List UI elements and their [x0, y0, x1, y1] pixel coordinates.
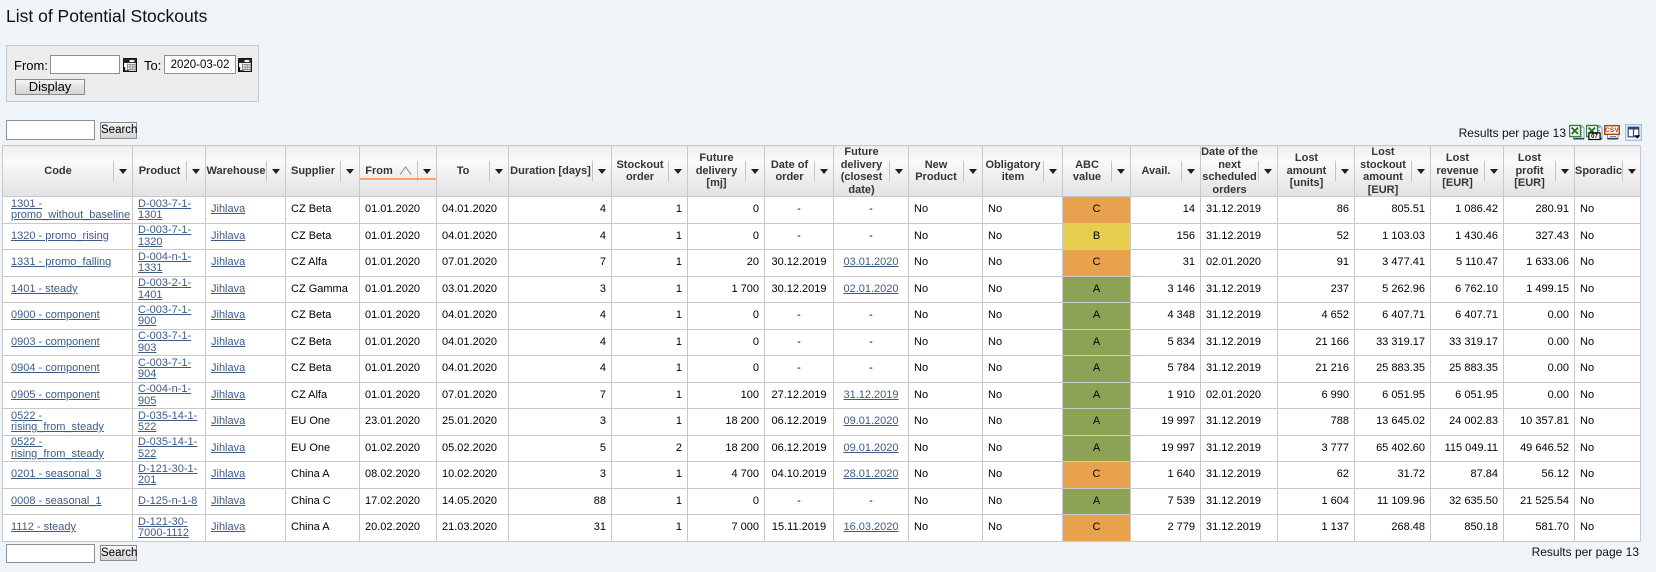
svg-text:07: 07	[1591, 134, 1598, 140]
svg-text:CSV: CSV	[1605, 127, 1619, 134]
